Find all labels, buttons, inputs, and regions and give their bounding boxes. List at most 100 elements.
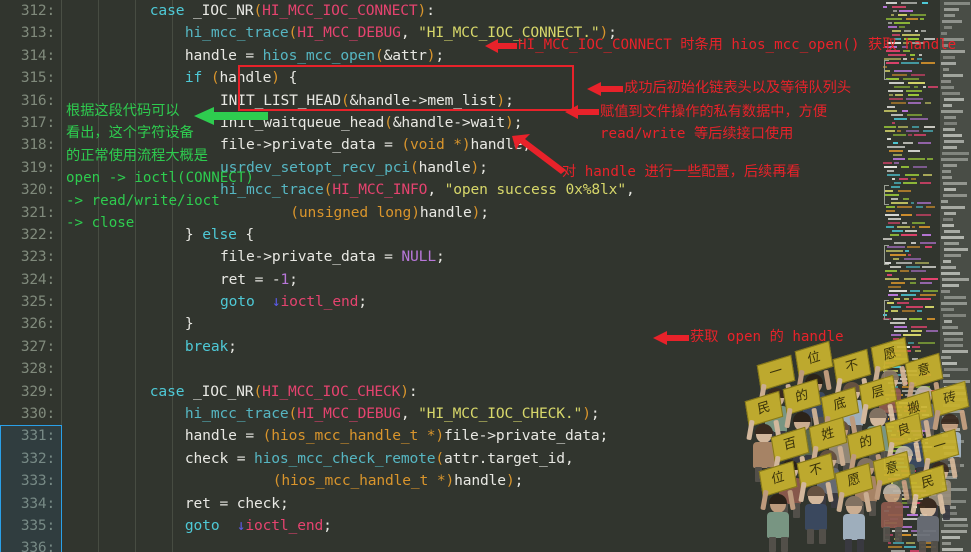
minimap-code-line <box>892 30 901 32</box>
minimap-code-line <box>903 518 919 520</box>
line-number: 321: <box>20 204 55 221</box>
minimap-code-line <box>907 514 918 516</box>
minimap-code-line <box>885 346 895 348</box>
line-number: 318: <box>20 137 55 154</box>
minimap-code-line <box>883 162 892 164</box>
minimap-bracket-guide <box>884 450 889 470</box>
line-number: 329: <box>20 383 55 400</box>
minimap-code-line <box>916 206 923 208</box>
minimap-code-line <box>887 146 905 148</box>
minimap-code-line <box>886 350 889 352</box>
minimap[interactable] <box>880 0 940 552</box>
code-token: ; <box>505 91 514 109</box>
minimap-code-line <box>920 182 931 184</box>
code-token: ; <box>479 158 488 176</box>
minimap-code-line <box>893 134 906 136</box>
scrollbar-overview-mark <box>944 116 956 119</box>
minimap-code-line <box>893 154 902 156</box>
code-token: handle <box>184 46 237 64</box>
code-token: if <box>184 69 203 87</box>
minimap-code-line <box>903 182 917 184</box>
code-token: = <box>245 270 272 288</box>
minimap-code-line <box>888 546 902 548</box>
scrollbar-overview-mark <box>942 542 951 545</box>
code-line: case _IOC_NR(HI_MCC_IOC_CHECK): <box>62 381 971 403</box>
annotation-note-connect: HI_MCC_IOC_CONNECT 时条用 hios_mcc_open() 获… <box>518 37 957 53</box>
minimap-code-line <box>885 414 902 416</box>
code-token: NULL <box>401 248 436 266</box>
code-token: void <box>410 136 445 154</box>
minimap-code-line <box>886 18 902 20</box>
minimap-code-line <box>894 86 910 88</box>
scrollbar-overview-mark <box>942 326 958 329</box>
minimap-code-line <box>907 114 922 116</box>
code-token: case <box>149 2 185 19</box>
minimap-code-line <box>920 506 925 508</box>
code-token: _IOC_NR <box>192 2 254 19</box>
minimap-code-line <box>914 86 918 88</box>
scrollbar-overview-mark <box>941 200 948 203</box>
scrollbar-overview-mark <box>943 374 950 377</box>
annotation-note-get-handle: 获取 open 的 handle <box>690 329 844 345</box>
code-token: "HI_MCC_IOC_CHECK." <box>418 405 583 423</box>
minimap-code-line <box>899 26 905 28</box>
minimap-code-line <box>902 494 919 496</box>
code-token: ; <box>228 337 237 355</box>
minimap-code-line <box>906 266 920 268</box>
scrollbar-overview-mark <box>942 548 963 551</box>
minimap-code-line <box>894 22 910 24</box>
scrollbar-overview-mark <box>943 380 970 383</box>
minimap-code-line <box>921 546 936 548</box>
scrollbar-overview-mark <box>941 500 966 503</box>
minimap-code-line <box>908 94 919 96</box>
minimap-code-line <box>908 102 921 104</box>
scrollbar-overview-mark <box>943 182 967 185</box>
minimap-code-line <box>884 474 889 476</box>
minimap-code-line <box>920 242 936 244</box>
minimap-code-line <box>919 390 936 392</box>
minimap-viewport[interactable] <box>0 425 62 552</box>
annotation-note-init: 成功后初始化链表头以及等待队列头 <box>624 80 852 96</box>
minimap-code-line <box>921 62 935 64</box>
minimap-code-line <box>894 526 897 528</box>
minimap-code-line <box>902 222 907 224</box>
code-token: ioctl_end <box>280 293 359 311</box>
minimap-code-line <box>901 234 917 236</box>
minimap-code-line <box>911 202 914 204</box>
scrollbar-overview-mark <box>943 410 964 413</box>
minimap-code-line <box>908 150 920 152</box>
red-arrow-icon-get-handle <box>653 331 689 345</box>
scrollbar-overview-mark <box>944 140 964 143</box>
scrollbar-overview-mark <box>943 56 955 59</box>
code-token: = <box>236 46 263 64</box>
minimap-code-line <box>885 130 895 132</box>
minimap-code-line <box>920 514 927 516</box>
code-token: ( <box>288 405 298 423</box>
minimap-code-line <box>920 410 926 412</box>
scrollbar-overview-mark <box>944 338 963 341</box>
code-token: ; <box>435 248 445 266</box>
line-number: 323: <box>20 249 55 266</box>
code-token: ; <box>514 472 524 490</box>
minimap-code-line <box>888 26 897 28</box>
minimap-code-line <box>925 442 928 444</box>
minimap-code-line <box>907 246 920 248</box>
minimap-code-line <box>891 310 898 312</box>
vertical-scrollbar[interactable] <box>940 0 971 552</box>
minimap-code-line <box>915 262 929 264</box>
code-token: ) <box>505 472 515 490</box>
code-token: ) <box>471 203 481 221</box>
minimap-code-line <box>904 30 911 32</box>
minimap-bracket-guide <box>884 60 889 80</box>
minimap-code-line <box>906 98 923 100</box>
code-token: ( <box>374 46 384 64</box>
minimap-code-line <box>888 294 898 296</box>
scrollbar-overview-mark <box>943 164 957 167</box>
minimap-code-line <box>919 542 933 544</box>
minimap-code-line <box>901 422 906 424</box>
code-token: : <box>408 382 418 400</box>
scrollbar-overview-mark <box>941 62 956 65</box>
minimap-code-line <box>901 166 909 168</box>
minimap-code-line <box>885 422 899 424</box>
minimap-code-line <box>899 10 913 12</box>
